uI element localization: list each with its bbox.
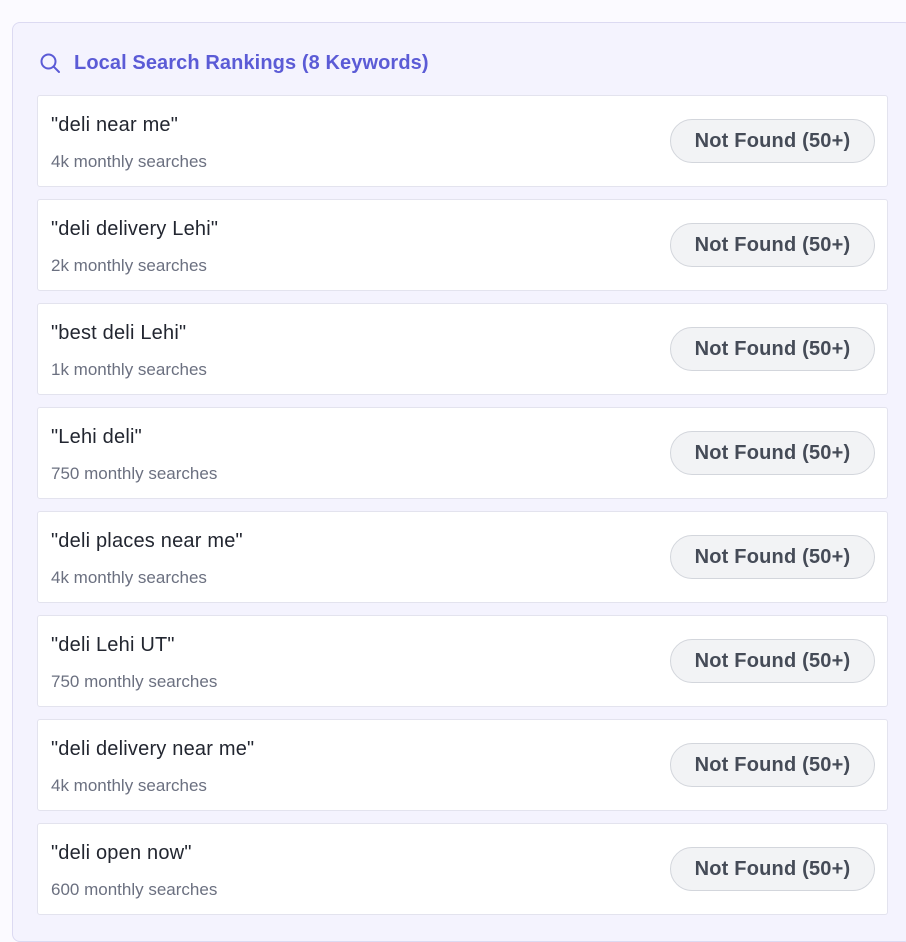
ranking-status-badge: Not Found (50+) <box>670 535 875 579</box>
keyword-row: "deli delivery near me" 4k monthly searc… <box>37 719 888 811</box>
keyword-row: "deli delivery Lehi" 2k monthly searches… <box>37 199 888 291</box>
keyword-row: "Lehi deli" 750 monthly searches Not Fou… <box>37 407 888 499</box>
panel-header: Local Search Rankings (8 Keywords) <box>38 49 429 77</box>
keyword-search-volume: 750 monthly searches <box>51 464 218 483</box>
keyword-search-volume: 750 monthly searches <box>51 672 218 691</box>
keyword-search-volume: 4k monthly searches <box>51 152 207 171</box>
ranking-status-badge: Not Found (50+) <box>670 223 875 267</box>
keyword-row: "deli open now" 600 monthly searches Not… <box>37 823 888 915</box>
keyword-row: "deli places near me" 4k monthly searche… <box>37 511 888 603</box>
keyword-search-volume: 4k monthly searches <box>51 568 207 587</box>
keyword-term: "deli Lehi UT" <box>51 634 175 656</box>
panel-title: Local Search Rankings (8 Keywords) <box>74 51 429 74</box>
keyword-term: "deli delivery Lehi" <box>51 218 219 240</box>
keyword-term: "deli open now" <box>51 842 192 864</box>
ranking-status-badge: Not Found (50+) <box>670 431 875 475</box>
local-search-rankings-panel: Local Search Rankings (8 Keywords) "deli… <box>12 22 906 942</box>
keyword-search-volume: 1k monthly searches <box>51 360 207 379</box>
keyword-term: "deli near me" <box>51 114 179 136</box>
keyword-term: "best deli Lehi" <box>51 322 187 344</box>
ranking-status-badge: Not Found (50+) <box>670 639 875 683</box>
keyword-row: "best deli Lehi" 1k monthly searches Not… <box>37 303 888 395</box>
ranking-status-badge: Not Found (50+) <box>670 847 875 891</box>
ranking-status-badge: Not Found (50+) <box>670 327 875 371</box>
keyword-list: "deli near me" 4k monthly searches Not F… <box>37 95 888 927</box>
keyword-term: "deli places near me" <box>51 530 243 552</box>
ranking-status-badge: Not Found (50+) <box>670 743 875 787</box>
keyword-search-volume: 600 monthly searches <box>51 880 218 899</box>
ranking-status-badge: Not Found (50+) <box>670 119 875 163</box>
search-icon <box>38 51 62 75</box>
keyword-search-volume: 4k monthly searches <box>51 776 207 795</box>
keyword-search-volume: 2k monthly searches <box>51 256 207 275</box>
keyword-row: "deli near me" 4k monthly searches Not F… <box>37 95 888 187</box>
keyword-row: "deli Lehi UT" 750 monthly searches Not … <box>37 615 888 707</box>
keyword-term: "Lehi deli" <box>51 426 142 448</box>
keyword-term: "deli delivery near me" <box>51 738 255 760</box>
